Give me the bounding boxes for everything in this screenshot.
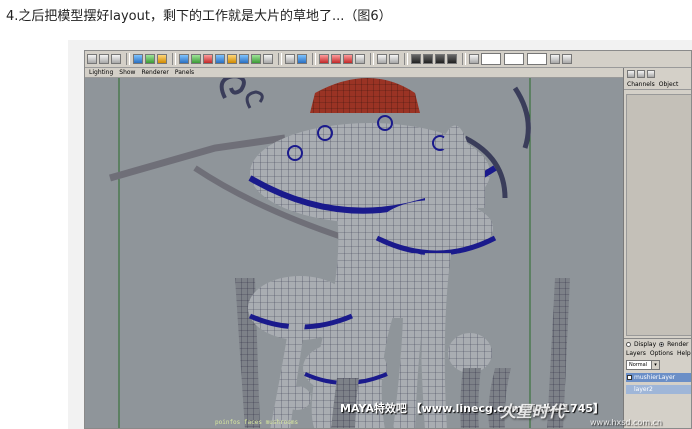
layer-row[interactable]: mushierLayer [626,373,691,382]
mask-surfaces-icon[interactable] [215,54,225,64]
mask-dynamics-icon[interactable] [239,54,249,64]
viewport-menu-panels[interactable]: Panels [175,68,194,77]
viewport-menu-renderer[interactable]: Renderer [141,68,168,77]
snap-curve-icon[interactable] [331,54,341,64]
toolbar-separator [404,53,408,65]
toolbar-separator [172,53,176,65]
input-field-1[interactable] [481,53,501,65]
layer-mode-radios: Display Render [624,339,691,350]
snap-point-icon[interactable] [343,54,353,64]
layer-menu-help[interactable]: Help [677,350,691,357]
layer-name: mushierLayer [634,374,676,381]
open-scene-icon[interactable] [99,54,109,64]
layer-menu-bar: Layers Options Help [624,350,691,357]
render-frame-icon[interactable] [423,54,433,64]
mask-deformations-icon[interactable] [227,54,237,64]
toolbar-separator [278,53,282,65]
channel-box-icon[interactable] [627,70,635,78]
new-scene-icon[interactable] [87,54,97,64]
render-radio-button[interactable] [659,342,665,347]
render-radio-label: Render [667,341,689,348]
hxsd-url-watermark: www.hxsd.com.cn [590,418,663,427]
panel-icon-row [624,68,691,80]
quick-selection-icon[interactable] [469,54,479,64]
attribute-editor-icon[interactable] [637,70,645,78]
construction-history-icon[interactable] [377,54,387,64]
snap-plane-icon[interactable] [355,54,365,64]
input-output-icon[interactable] [389,54,399,64]
sidebar-toggle-icon[interactable] [550,54,560,64]
mushroom-model-wireframe [109,78,570,428]
channel-box-tabs: Channels Object [624,80,691,90]
select-object-icon[interactable] [145,54,155,64]
lock-selection-icon[interactable] [285,54,295,64]
save-scene-icon[interactable] [111,54,121,64]
mask-joints-icon[interactable] [191,54,201,64]
display-radio-label: Display [634,341,657,348]
layer-menu-options[interactable]: Options [650,350,673,357]
display-radio-button[interactable] [626,342,631,347]
toolbar-separator [462,53,466,65]
render-view-icon[interactable] [411,54,421,64]
channel-list-area [626,94,691,336]
channel-box-toggle-icon[interactable] [562,54,572,64]
render-settings-icon[interactable] [447,54,457,64]
layer-visibility-checkbox[interactable] [627,375,632,380]
layer-badge: layer2 [634,386,653,393]
layer-row-secondary[interactable]: layer2 [626,385,691,394]
toolbar-separator [312,53,316,65]
viewport-hud-text: poinfos faces mushrooms [215,419,299,426]
layer-editor: Display Render Layers Options Help Norma… [624,338,691,428]
mask-misc-icon[interactable] [263,54,273,64]
channel-box-panel: Channels Object Display Render Layers Op… [623,68,691,428]
status-line-toolbar [85,51,691,68]
chevron-down-icon: ▾ [651,361,659,369]
input-field-3[interactable] [527,53,547,65]
mask-rendering-icon[interactable] [251,54,261,64]
mask-handles-icon[interactable] [179,54,189,64]
tab-object[interactable]: Object [659,81,679,88]
toolbar-separator [370,53,374,65]
toolbar-separator [126,53,130,65]
select-hierarchy-icon[interactable] [133,54,143,64]
forum-watermark: MAYA特效吧 【www.linecg.com/tieba/1745】 [340,402,605,415]
highlight-selection-icon[interactable] [297,54,307,64]
select-component-icon[interactable] [157,54,167,64]
input-field-2[interactable] [504,53,524,65]
3d-viewport[interactable]: poinfos faces mushrooms [85,78,623,428]
caption-text: 4.之后把模型摆好layout，剩下的工作就是大片的草地了...（图6） [6,9,392,24]
hxsd-logo-watermark: 火星时代 [500,402,565,421]
snap-grid-icon[interactable] [319,54,329,64]
viewport-menu-bar: Lighting Show Renderer Panels [85,68,623,78]
viewport-menu-lighting[interactable]: Lighting [89,68,113,77]
blend-mode-dropdown[interactable]: Normal ▾ [626,360,660,370]
maya-window: Lighting Show Renderer Panels poinfos fa… [84,50,692,429]
ipr-render-icon[interactable] [435,54,445,64]
tool-settings-icon[interactable] [647,70,655,78]
tab-channels[interactable]: Channels [627,81,655,88]
layer-menu-layers[interactable]: Layers [626,350,646,357]
mask-curves-icon[interactable] [203,54,213,64]
blend-mode-value: Normal [629,362,648,368]
viewport-menu-show[interactable]: Show [119,68,135,77]
